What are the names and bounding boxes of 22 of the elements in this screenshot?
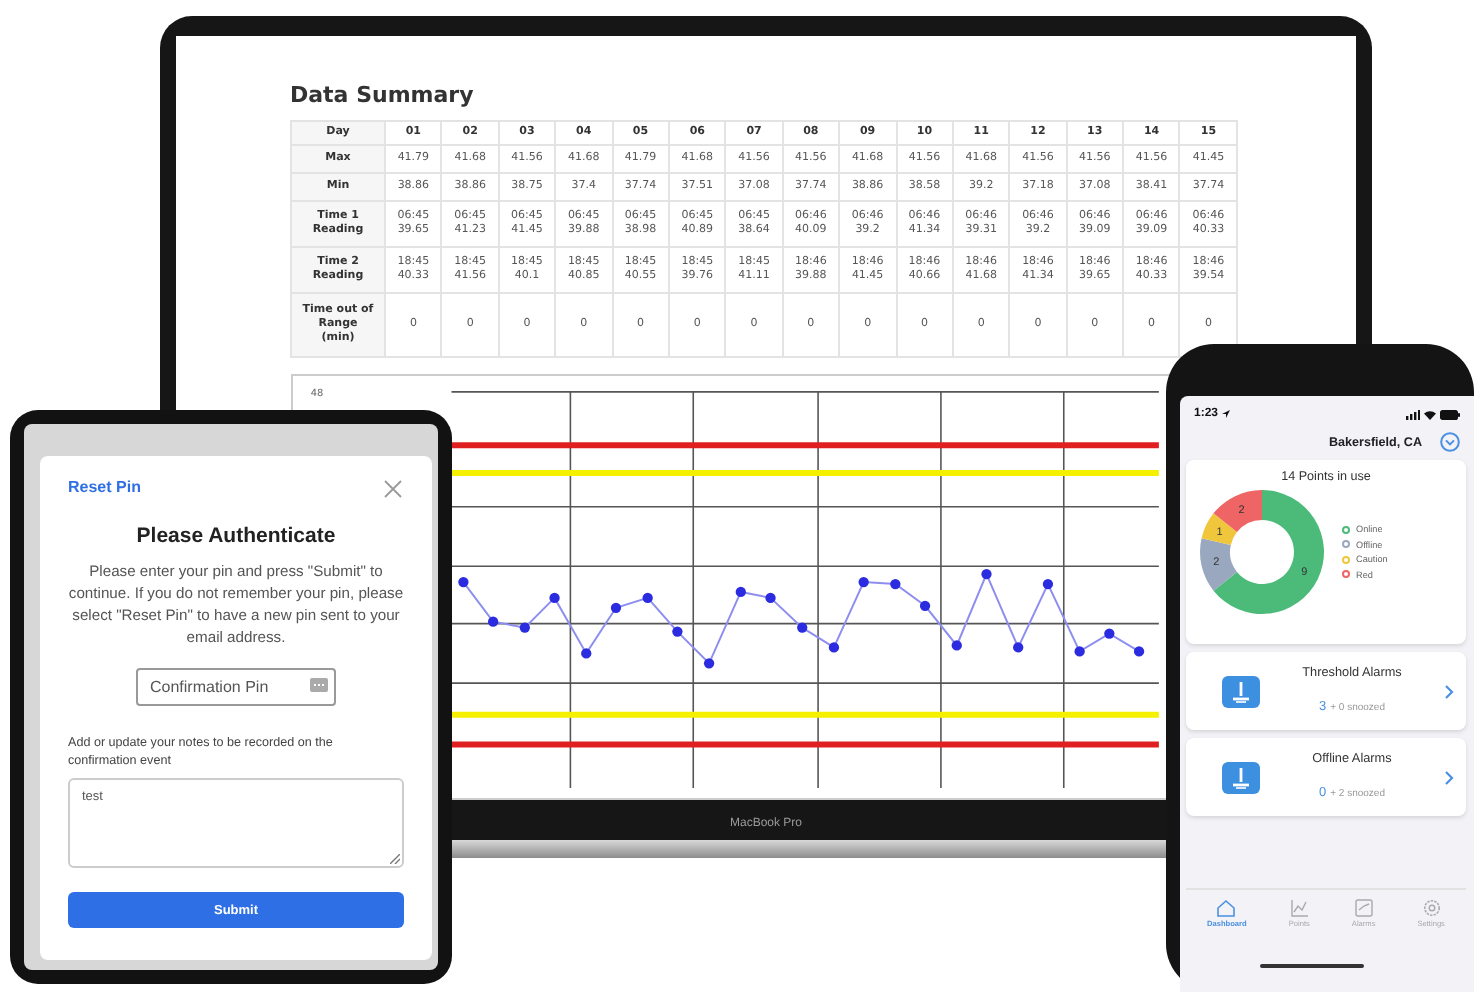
- thermometer-icon: [1222, 761, 1260, 793]
- chevron-down-icon[interactable]: [1440, 432, 1460, 452]
- pin-field[interactable]: Confirmation Pin: [136, 668, 336, 706]
- chevron-right-icon: [1444, 683, 1454, 699]
- signal-icon: [1406, 409, 1420, 419]
- reset-pin-link[interactable]: Reset Pin: [68, 478, 141, 496]
- battery-icon: [1440, 409, 1460, 419]
- chevron-right-icon: [1444, 769, 1454, 785]
- keyboard-icon: [310, 678, 328, 692]
- home-icon: [1216, 898, 1237, 918]
- location-arrow-icon: [1222, 410, 1231, 418]
- wifi-icon: [1424, 409, 1436, 419]
- close-button[interactable]: [382, 476, 404, 498]
- thermometer-icon: [1222, 675, 1260, 707]
- dialog-title: Please Authenticate: [134, 524, 338, 548]
- settings-icon: [1421, 898, 1442, 918]
- home-indicator: [1260, 964, 1364, 968]
- line-chart-icon: [1289, 898, 1310, 918]
- chart-box-icon: [1353, 898, 1374, 918]
- close-icon: [382, 478, 404, 500]
- section-title: Data Summary: [290, 82, 474, 108]
- resize-handle-icon: [390, 854, 400, 864]
